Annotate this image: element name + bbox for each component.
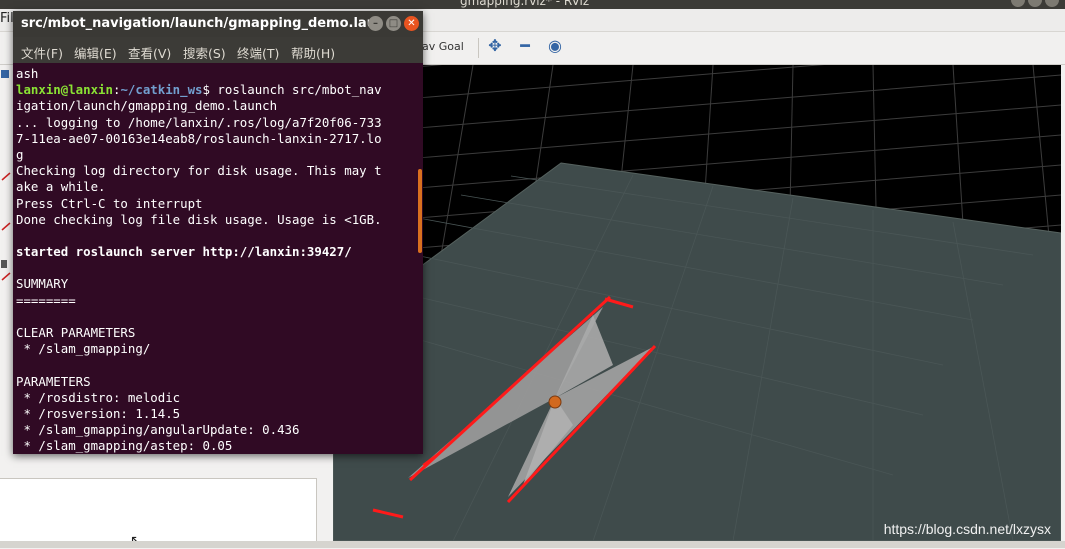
- terminal-line: * /rosversion: 1.14.5: [16, 405, 181, 421]
- map-plane: [333, 162, 1061, 541]
- terminal-line: CLEAR PARAMETERS: [16, 325, 136, 340]
- menu-view[interactable]: 查看(V): [128, 43, 171, 62]
- add-tool-icon[interactable]: ✥: [485, 36, 505, 56]
- terminal-line: * /slam_gmapping/angularUpdate: 0.436: [16, 422, 300, 438]
- terminal-prompt-line: lanxin@lanxin:~/catkin_ws$ roslaunch src…: [16, 82, 416, 98]
- displays-tree-marks: [1, 70, 11, 281]
- terminal-titlebar[interactable]: src/mbot_navigation/launch/gmapping_demo…: [13, 11, 423, 37]
- rviz-menu-file[interactable]: Fil: [0, 11, 14, 26]
- menu-edit[interactable]: 编辑(E): [74, 43, 117, 62]
- eye-tool-icon[interactable]: ◉: [545, 36, 565, 56]
- rviz-titlebar: gmapping.rviz* - RViz: [0, 0, 1065, 9]
- rviz-3d-viewport[interactable]: https://blog.csdn.net/lxzysx: [333, 65, 1061, 541]
- viewport-scene: [333, 65, 1061, 541]
- menu-help[interactable]: 帮助(H): [291, 43, 335, 62]
- rviz-window-title: gmapping.rviz* - RViz: [460, 0, 590, 8]
- terminal-line: g: [16, 146, 24, 162]
- prompt-path: ~/catkin_ws: [120, 82, 203, 98]
- terminal-line: Checking log directory for disk usage. T…: [16, 163, 382, 179]
- terminal-line: * /rosdistro: melodic: [16, 389, 181, 405]
- nav-goal-tool[interactable]: av Goal: [422, 40, 464, 53]
- rviz-statusbar: [0, 541, 1065, 548]
- menu-file[interactable]: 文件(F): [21, 43, 63, 62]
- terminal-line: Press Ctrl-C to interrupt: [16, 195, 203, 211]
- maximize-button[interactable]: □: [386, 16, 401, 31]
- minimize-button[interactable]: –: [368, 16, 383, 31]
- terminal-line: PARAMETERS: [16, 373, 91, 389]
- close-button[interactable]: ✕: [404, 16, 419, 31]
- terminal-line: started roslaunch server http://lanxin:3…: [16, 244, 352, 260]
- views-panel: [0, 478, 317, 541]
- menu-terminal[interactable]: 终端(T): [237, 43, 279, 62]
- terminal-line: ake a while.: [16, 179, 106, 195]
- terminal-line: * /slam_gmapping/: [16, 341, 151, 357]
- terminal-output[interactable]: ash lanxin@lanxin:~/catkin_ws$ roslaunch…: [16, 66, 416, 454]
- prompt-user: lanxin@lanxin: [16, 82, 113, 98]
- terminal-menubar: 文件(F) 编辑(E) 查看(V) 搜索(S) 终端(T) 帮助(H): [13, 37, 423, 63]
- terminal-line: igation/launch/gmapping_demo.launch: [16, 98, 278, 114]
- terminal-line: * /slam_gmapping/astep: 0.05: [16, 438, 233, 454]
- toolbar-separator: [478, 38, 479, 58]
- robot-marker: [548, 395, 562, 409]
- terminal-line: ========: [16, 292, 76, 308]
- terminal-title: src/mbot_navigation/launch/gmapping_demo…: [21, 16, 373, 31]
- prompt-command: $ roslaunch src/mbot_nav: [202, 82, 382, 98]
- terminal-scrollbar[interactable]: [418, 169, 422, 253]
- terminal-line: ... logging to /home/lanxin/.ros/log/a7f…: [16, 114, 382, 130]
- menu-search[interactable]: 搜索(S): [183, 43, 226, 62]
- terminal-line: ash: [16, 66, 39, 81]
- terminal-window[interactable]: src/mbot_navigation/launch/gmapping_demo…: [13, 11, 423, 454]
- terminal-line: SUMMARY: [16, 276, 69, 292]
- remove-tool-icon[interactable]: ━: [515, 36, 535, 56]
- terminal-line: Done checking log file disk usage. Usage…: [16, 211, 382, 227]
- terminal-line: 7-11ea-ae07-00163e14eab8/roslaunch-lanxi…: [16, 130, 382, 146]
- watermark: https://blog.csdn.net/lxzysx: [883, 521, 1051, 537]
